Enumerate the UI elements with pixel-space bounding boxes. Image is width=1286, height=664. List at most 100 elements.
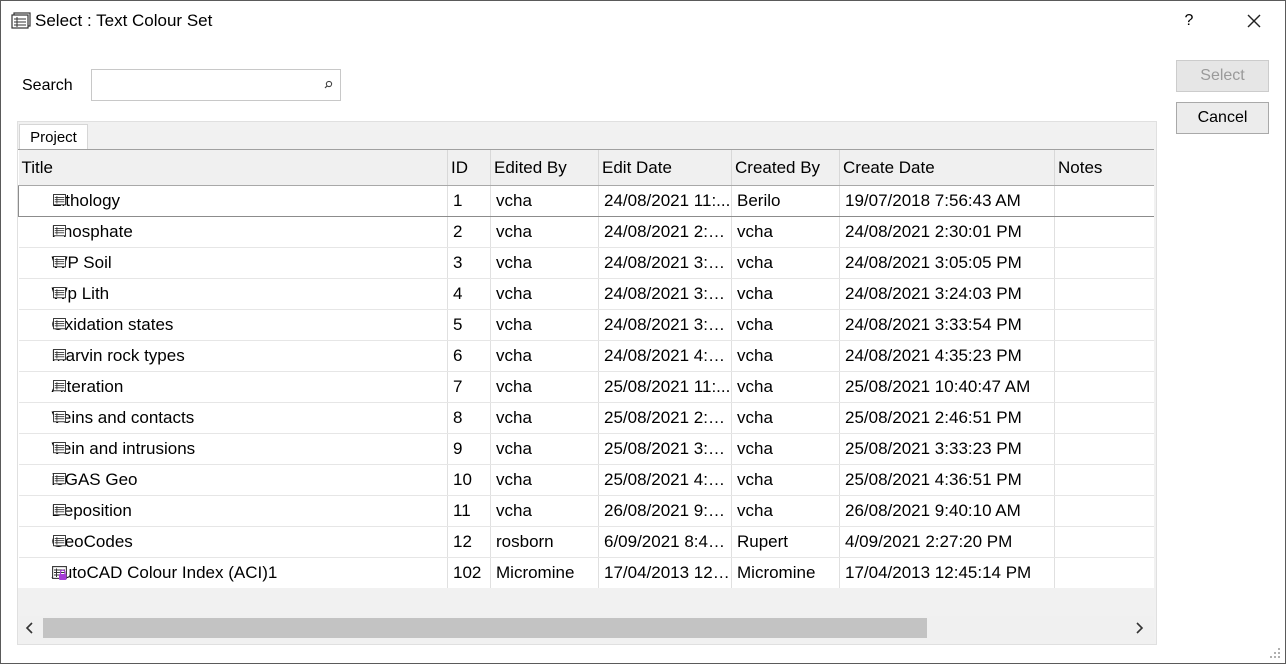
table-row[interactable]: Phosphate 2 vcha 24/08/2021 2:3... vcha 24/08…	[18, 216, 1154, 248]
cell-title: Oxidation states	[18, 309, 448, 341]
cell-edited-by: vcha	[490, 495, 599, 527]
cell-edit-date: 24/08/2021 4:3...	[598, 340, 732, 372]
cell-id: 1	[447, 185, 491, 217]
table-list-icon	[52, 287, 66, 299]
cell-create-date: 4/09/2021 2:27:20 PM	[839, 526, 1055, 558]
table-list-icon	[52, 318, 66, 330]
cell-title: Deposition	[18, 495, 448, 527]
cell-id: 10	[447, 464, 491, 496]
horizontal-scrollbar[interactable]	[19, 616, 1154, 640]
cell-create-date: 26/08/2021 9:40:10 AM	[839, 495, 1055, 527]
column-header-notes[interactable]: Notes	[1054, 150, 1154, 186]
search-input[interactable]	[96, 74, 320, 98]
table-row[interactable]: Alteration 7 vcha 25/08/2021 11:... vcha 25/0…	[18, 371, 1154, 403]
table-list-icon	[52, 256, 66, 268]
cell-edited-by: Micromine	[490, 557, 599, 588]
cell-title: Alteration	[18, 371, 448, 403]
cell-title: ioGAS Geo	[18, 464, 448, 496]
table-row[interactable]: ioGAS Geo 10 vcha 25/08/2021 4:3... vcha 25/0…	[18, 464, 1154, 496]
table-list-icon	[52, 225, 66, 237]
search-icon[interactable]	[322, 79, 334, 91]
resize-grip-icon[interactable]	[1265, 643, 1283, 661]
cell-edited-by: rosborn	[490, 526, 599, 558]
cell-created-by: vcha	[731, 340, 840, 372]
close-button[interactable]	[1241, 9, 1267, 33]
cell-edited-by: vcha	[490, 340, 599, 372]
cell-notes	[1054, 371, 1154, 403]
cell-id: 102	[447, 557, 491, 588]
cell-id: 11	[447, 495, 491, 527]
cell-notes	[1054, 185, 1154, 217]
row-title: Oxidation states	[51, 315, 174, 334]
column-header-edited-by[interactable]: Edited By	[490, 150, 599, 186]
cell-create-date: 25/08/2021 3:33:23 PM	[839, 433, 1055, 465]
table-list-icon	[52, 535, 66, 547]
table-row[interactable]: Veins and contacts 8 vcha 25/08/2021 2:4...…	[18, 402, 1154, 434]
cell-edit-date: 6/09/2021 8:44...	[598, 526, 732, 558]
cell-create-date: 24/08/2021 3:05:05 PM	[839, 247, 1055, 279]
title-bar: Select : Text Colour Set ?	[1, 1, 1285, 41]
table-row[interactable]: Deposition 11 vcha 26/08/2021 9:4... vcha 26/…	[18, 495, 1154, 527]
column-header-title[interactable]: Title	[18, 150, 448, 186]
cell-notes	[1054, 433, 1154, 465]
cell-id: 5	[447, 309, 491, 341]
cell-created-by: vcha	[731, 278, 840, 310]
row-title: Veins and contacts	[51, 408, 195, 427]
column-header-created-by[interactable]: Created By	[731, 150, 840, 186]
column-header-edit-date[interactable]: Edit Date	[598, 150, 732, 186]
chevron-left-icon[interactable]	[23, 621, 37, 635]
table-row[interactable]: Marvin rock types 6 vcha 24/08/2021 4:3... v…	[18, 340, 1154, 372]
cell-notes	[1054, 247, 1154, 279]
table-row[interactable]: Oxidation states 5 vcha 24/08/2021 3:3... vc…	[18, 309, 1154, 341]
row-title: AutoCAD Colour Index (ACI)1	[51, 563, 278, 582]
cell-create-date: 17/04/2013 12:45:14 PM	[839, 557, 1055, 588]
select-button[interactable]: Select	[1176, 60, 1269, 92]
cell-create-date: 24/08/2021 3:33:54 PM	[839, 309, 1055, 341]
cell-created-by: Berilo	[731, 185, 840, 217]
cell-notes	[1054, 402, 1154, 434]
cell-title: Marvin rock types	[18, 340, 448, 372]
column-header-id[interactable]: ID	[447, 150, 491, 186]
cell-notes	[1054, 278, 1154, 310]
scrollbar-thumb[interactable]	[43, 618, 927, 638]
cell-id: 12	[447, 526, 491, 558]
chevron-right-icon[interactable]	[1132, 621, 1146, 635]
help-button[interactable]: ?	[1177, 9, 1201, 33]
row-title: Vein and intrusions	[51, 439, 196, 458]
cell-edited-by: vcha	[490, 464, 599, 496]
cell-create-date: 25/08/2021 10:40:47 AM	[839, 371, 1055, 403]
cell-edit-date: 26/08/2021 9:4...	[598, 495, 732, 527]
cell-id: 9	[447, 433, 491, 465]
cell-edit-date: 24/08/2021 3:2...	[598, 278, 732, 310]
cell-edit-date: 25/08/2021 4:3...	[598, 464, 732, 496]
column-header-create-date[interactable]: Create Date	[839, 150, 1055, 186]
table-row[interactable]: GeoCodes 12 rosborn 6/09/2021 8:44... Rupert…	[18, 526, 1154, 558]
cell-notes	[1054, 340, 1154, 372]
cell-id: 4	[447, 278, 491, 310]
search-label: Search	[22, 77, 73, 94]
cell-edit-date: 24/08/2021 11:...	[598, 185, 732, 217]
cell-id: 6	[447, 340, 491, 372]
cell-created-by: vcha	[731, 433, 840, 465]
data-grid: Title ID Edited By Edit Date Created By …	[18, 149, 1154, 588]
cell-edited-by: vcha	[490, 433, 599, 465]
table-row[interactable]: Vein and intrusions 9 vcha 25/08/2021 3:3..…	[18, 433, 1154, 465]
cell-edited-by: vcha	[490, 371, 599, 403]
table-list-icon	[52, 504, 66, 516]
search-box[interactable]	[91, 69, 341, 101]
tab-project[interactable]: Project	[19, 124, 88, 151]
table-list-icon	[11, 12, 31, 29]
cell-title: Phosphate	[18, 216, 448, 248]
cell-edited-by: vcha	[490, 247, 599, 279]
table-list-icon	[52, 473, 66, 485]
cell-edited-by: vcha	[490, 402, 599, 434]
cell-title: GeoCodes	[18, 526, 448, 558]
cancel-button[interactable]: Cancel	[1176, 102, 1269, 134]
table-row[interactable]: Wp Lith 4 vcha 24/08/2021 3:2... vcha 24/08/2…	[18, 278, 1154, 310]
cell-created-by: Rupert	[731, 526, 840, 558]
table-row[interactable]: Lithology 1 vcha 24/08/2021 11:... Berilo 19/…	[18, 185, 1154, 217]
table-list-icon	[52, 349, 66, 361]
close-icon	[1247, 14, 1261, 28]
table-row[interactable]: AutoCAD Colour Index (ACI)1 102 Micromine 1…	[18, 557, 1154, 588]
table-row[interactable]: WP Soil 3 vcha 24/08/2021 3:0... vcha 24/08/2…	[18, 247, 1154, 279]
